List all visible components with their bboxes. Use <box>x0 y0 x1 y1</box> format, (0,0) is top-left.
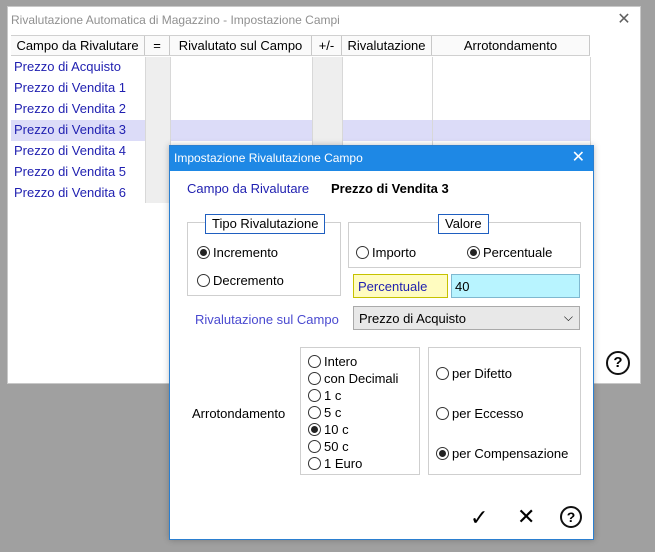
table-row[interactable]: Prezzo di Acquisto <box>11 57 590 78</box>
radio-label: Incremento <box>213 245 279 260</box>
radio-dot-icon <box>197 246 210 259</box>
chevron-down-icon: ⌵ <box>563 310 573 324</box>
radio-incremento[interactable]: Incremento <box>197 245 278 260</box>
radio-1c[interactable]: 1 c <box>308 388 341 403</box>
main-help-button[interactable]: ? <box>606 351 630 375</box>
rivalutazione-campo-select[interactable]: Prezzo di Acquisto ⌵ <box>353 306 580 330</box>
radio-label: 1 Euro <box>324 456 363 471</box>
radio-label: per Eccesso <box>452 406 524 421</box>
col-header-rivalutato[interactable]: Rivalutato sul Campo <box>170 36 312 55</box>
cancel-button[interactable]: ✕ <box>517 506 535 528</box>
radio-dot-icon <box>308 389 321 402</box>
main-close-icon[interactable]: ✕ <box>614 10 634 30</box>
percentuale-label: Percentuale <box>353 274 448 298</box>
col-header-rivalutazione[interactable]: Rivalutazione <box>342 36 432 55</box>
dialog-title: Impostazione Rivalutazione Campo <box>174 151 363 165</box>
grid-header: Campo da Rivalutare = Rivalutato sul Cam… <box>11 35 590 56</box>
radio-5c[interactable]: 5 c <box>308 405 341 420</box>
select-value: Prezzo di Acquisto <box>359 311 466 326</box>
confirm-check-button[interactable]: ✓ <box>470 507 488 529</box>
radio-decremento[interactable]: Decremento <box>197 273 284 288</box>
radio-intero[interactable]: Intero <box>308 354 357 369</box>
row-label: Prezzo di Vendita 3 <box>14 122 127 137</box>
radio-label: con Decimali <box>324 371 399 386</box>
col-header-eq[interactable]: = <box>145 36 170 55</box>
radio-label: per Difetto <box>452 366 512 381</box>
radio-dot-icon <box>308 406 321 419</box>
row-label: Prezzo di Vendita 4 <box>14 143 127 158</box>
radio-label: Importo <box>372 245 417 260</box>
radio-dot-icon <box>356 246 369 259</box>
dialog-title-bar: Impostazione Rivalutazione Campo ✕ <box>170 146 593 171</box>
radio-label: per Compensazione <box>452 446 569 461</box>
metodo-arrotondamento-group: per Difetto per Eccesso per Compensazion… <box>428 347 581 475</box>
row-label: Prezzo di Vendita 2 <box>14 101 127 116</box>
campo-label: Campo da Rivalutare <box>187 181 310 196</box>
radio-dot-icon <box>308 457 321 470</box>
radio-label: 10 c <box>324 422 349 437</box>
radio-dot-icon <box>308 423 321 436</box>
radio-label: Intero <box>324 354 358 369</box>
row-label: Prezzo di Acquisto <box>14 59 121 74</box>
radio-dot-icon <box>436 367 449 380</box>
radio-label: 5 c <box>324 405 342 420</box>
campo-value: Prezzo di Vendita 3 <box>331 181 449 196</box>
table-row[interactable]: Prezzo di Vendita 1 <box>11 78 590 99</box>
radio-label: Percentuale <box>483 245 553 260</box>
table-row[interactable]: Prezzo di Vendita 2 <box>11 99 590 120</box>
row-label: Prezzo di Vendita 5 <box>14 164 127 179</box>
row-label: Prezzo di Vendita 6 <box>14 185 127 200</box>
radio-dot-icon <box>467 246 480 259</box>
radio-10c[interactable]: 10 c <box>308 422 349 437</box>
rivalutazione-sul-campo-label: Rivalutazione sul Campo <box>195 312 339 327</box>
col-header-plusminus[interactable]: +/- <box>312 36 342 55</box>
valore-group: Valore Importo Percentuale <box>348 214 581 268</box>
radio-con-decimali[interactable]: con Decimali <box>308 371 398 386</box>
col-header-campo[interactable]: Campo da Rivalutare <box>11 36 145 55</box>
main-window-title: Rivalutazione Automatica di Magazzino - … <box>11 13 340 27</box>
radio-dot-icon <box>197 274 210 287</box>
arrotondamento-label: Arrotondamento <box>192 406 286 421</box>
tipo-rivalutazione-legend: Tipo Rivalutazione <box>205 214 326 234</box>
radio-dot-icon <box>308 440 321 453</box>
radio-dot-icon <box>308 355 321 368</box>
radio-label: 50 c <box>324 439 349 454</box>
radio-label: 1 c <box>324 388 342 403</box>
radio-per-compensazione[interactable]: per Compensazione <box>436 446 568 461</box>
radio-1-euro[interactable]: 1 Euro <box>308 456 362 471</box>
tipo-rivalutazione-group: Tipo Rivalutazione Incremento Decremento <box>187 214 341 296</box>
main-title-bar: Rivalutazione Automatica di Magazzino - … <box>8 7 640 34</box>
impostazione-dialog: Impostazione Rivalutazione Campo ✕ Campo… <box>169 145 594 540</box>
radio-per-difetto[interactable]: per Difetto <box>436 366 512 381</box>
table-row[interactable]: Prezzo di Vendita 3 <box>11 120 590 141</box>
radio-50c[interactable]: 50 c <box>308 439 349 454</box>
percentuale-input[interactable]: 40 <box>451 274 580 298</box>
radio-dot-icon <box>308 372 321 385</box>
arrotondamento-group: Intero con Decimali 1 c 5 c 10 c 50 c 1 … <box>300 347 420 475</box>
radio-dot-icon <box>436 447 449 460</box>
radio-per-eccesso[interactable]: per Eccesso <box>436 406 524 421</box>
help-button[interactable]: ? <box>560 506 582 528</box>
col-header-arrotondamento[interactable]: Arrotondamento <box>432 36 590 55</box>
dialog-close-icon[interactable]: ✕ <box>572 148 585 168</box>
radio-percentuale[interactable]: Percentuale <box>467 245 552 260</box>
row-label: Prezzo di Vendita 1 <box>14 80 127 95</box>
radio-importo[interactable]: Importo <box>356 245 416 260</box>
radio-label: Decremento <box>213 273 284 288</box>
valore-legend: Valore <box>438 214 489 234</box>
radio-dot-icon <box>436 407 449 420</box>
